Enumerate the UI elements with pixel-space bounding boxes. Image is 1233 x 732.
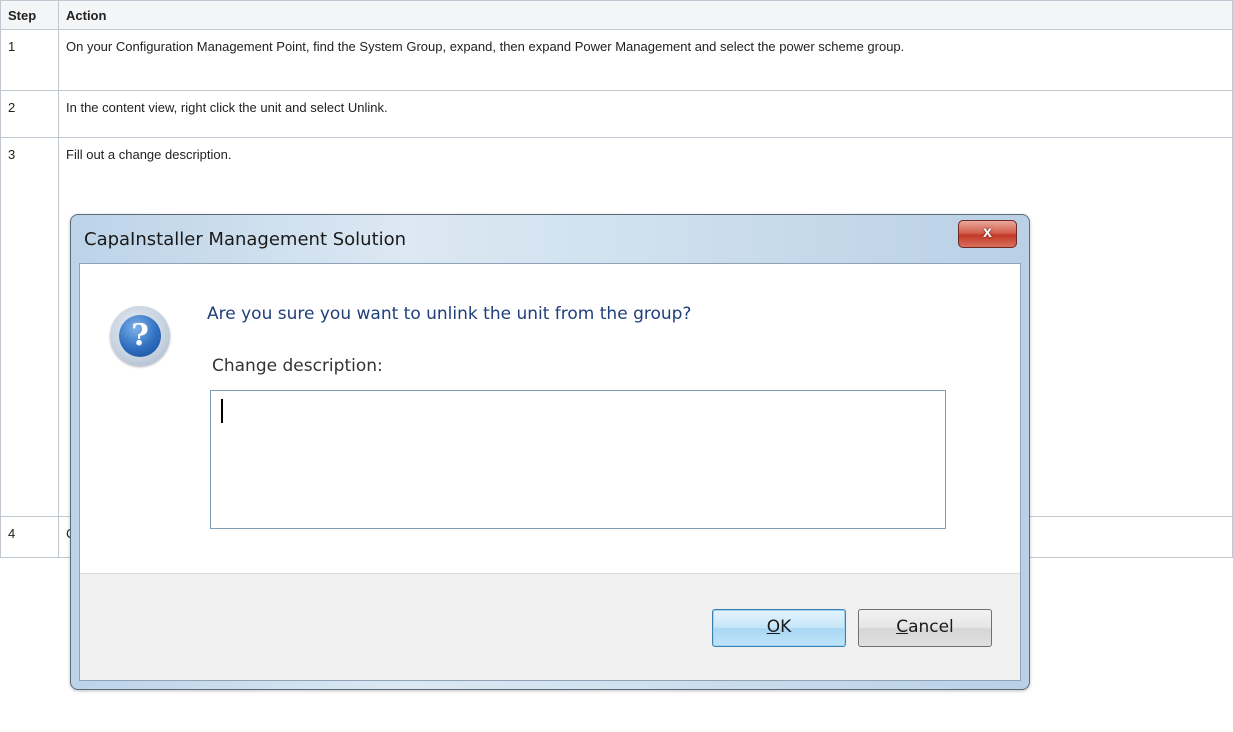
cancel-accelerator: C [896, 617, 909, 637]
step-number-cell: 1 [0, 29, 59, 91]
dialog-footer: OK Cancel [80, 573, 1020, 680]
column-header-action: Action [58, 0, 1233, 30]
change-description-label: Change description: [212, 356, 383, 376]
step-number: 2 [8, 100, 16, 115]
ok-button[interactable]: OK [712, 609, 846, 647]
table-header-row: Step Action [0, 0, 1233, 30]
table-row: 2 In the content view, right click the u… [0, 90, 1233, 138]
step-number-cell: 2 [0, 90, 59, 138]
dialog-prompt: Are you sure you want to unlink the unit… [207, 304, 692, 324]
step-number: 3 [8, 147, 16, 162]
question-icon: ? [110, 306, 170, 366]
step-number-cell: 4 [0, 516, 59, 558]
table-row: 1 On your Configuration Management Point… [0, 29, 1233, 91]
close-icon: x [983, 224, 992, 241]
close-button[interactable]: x [958, 220, 1017, 248]
step-action-text: In the content view, right click the uni… [66, 100, 388, 115]
step-number-cell: 3 [0, 137, 59, 517]
cancel-label-rest: ancel [908, 617, 954, 637]
step-action-cell: In the content view, right click the uni… [58, 90, 1233, 138]
step-number: 4 [8, 526, 16, 541]
step-action-text: Fill out a change description. [66, 147, 232, 162]
unlink-dialog: CapaInstaller Management Solution x ? Ar… [70, 214, 1030, 690]
step-action-text: On your Configuration Management Point, … [66, 39, 905, 54]
change-description-input[interactable] [210, 390, 946, 529]
dialog-title: CapaInstaller Management Solution [84, 229, 407, 250]
cancel-button[interactable]: Cancel [858, 609, 992, 647]
column-header-step: Step [0, 0, 59, 30]
ok-accelerator: O [766, 617, 781, 637]
question-glyph: ? [119, 315, 161, 357]
text-caret [221, 399, 223, 423]
step-number: 1 [8, 39, 16, 54]
ok-label-rest: K [780, 617, 792, 637]
step-action-cell: On your Configuration Management Point, … [58, 29, 1233, 91]
dialog-titlebar[interactable]: CapaInstaller Management Solution x [71, 215, 1029, 265]
dialog-content: ? Are you sure you want to unlink the un… [79, 263, 1021, 681]
